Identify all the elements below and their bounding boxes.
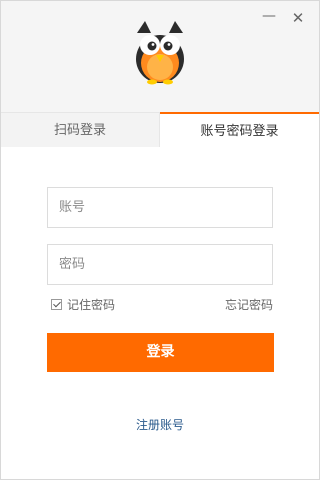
owl-logo-icon: [136, 21, 184, 85]
forgot-password-link[interactable]: 忘记密码: [225, 296, 273, 313]
minimize-icon[interactable]: —: [261, 9, 277, 26]
tab-account-login[interactable]: 账号密码登录: [160, 112, 319, 147]
login-button[interactable]: 登录: [47, 333, 274, 372]
password-input[interactable]: [48, 245, 272, 284]
account-input[interactable]: [48, 188, 272, 227]
login-window: — ✕ 扫码登录 账号密码登录 账号 记住密码 忘记密码 登录 注册账号: [0, 0, 320, 480]
account-field: [47, 187, 273, 228]
close-icon[interactable]: ✕: [290, 10, 306, 26]
login-tabs: 扫码登录 账号密码登录: [1, 112, 319, 147]
checkbox-checked-icon[interactable]: [51, 298, 62, 310]
remember-password-label: 记住密码: [67, 297, 116, 312]
tab-qr-login[interactable]: 扫码登录: [1, 112, 160, 147]
password-field: [47, 244, 273, 285]
remember-password-checkbox[interactable]: 记住密码: [51, 296, 115, 312]
header: — ✕: [1, 1, 319, 112]
register-link[interactable]: 注册账号: [1, 416, 319, 433]
